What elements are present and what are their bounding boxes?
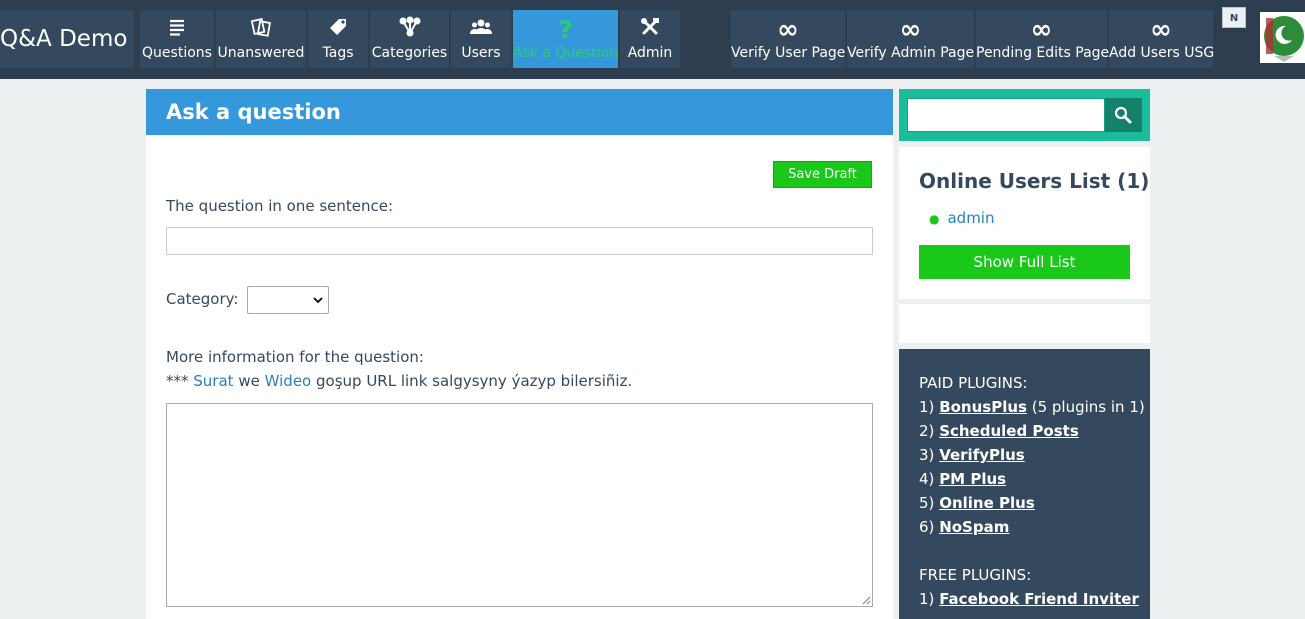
free-plugin-item: 1) Facebook Friend Inviter xyxy=(919,590,1139,608)
nav-add-users-usg-label: Add Users USG xyxy=(1109,45,1215,61)
online-user-item: ● admin xyxy=(929,209,994,227)
online-users-widget: Online Users List (1) ● admin Show Full L… xyxy=(899,147,1150,299)
nav-add-users-usg[interactable]: ∞ Add Users USG xyxy=(1109,10,1215,68)
search-input[interactable] xyxy=(907,98,1105,132)
media-hint-suffix: goşup URL link salgysyny ýazyp bilersiñi… xyxy=(316,372,633,390)
nav-verify-user-page-label: Verify User Page xyxy=(731,45,846,61)
search-icon xyxy=(1114,106,1132,124)
paid-plugin-item: 5) Online Plus xyxy=(919,494,1035,512)
media-hint: *** Surat we Wideo goşup URL link salgys… xyxy=(166,372,632,390)
users-icon xyxy=(451,10,511,44)
question-body-textarea[interactable] xyxy=(166,403,873,607)
plugin-link[interactable]: VerifyPlus xyxy=(939,446,1025,464)
plugin-link[interactable]: PM Plus xyxy=(939,470,1006,488)
save-draft-button[interactable]: Save Draft xyxy=(773,161,872,188)
plugin-link[interactable]: Facebook Friend Inviter xyxy=(939,590,1139,608)
nav-ask-question[interactable]: ? Ask a Question xyxy=(513,10,618,68)
tag-icon xyxy=(308,10,368,44)
image-link[interactable]: Surat xyxy=(193,372,233,390)
chevron-down-icon xyxy=(313,293,323,307)
top-navigation-bar: Q&A Demo Questions Unanswered Tags Categ… xyxy=(0,0,1305,79)
more-info-label: More information for the question: xyxy=(166,348,424,366)
paid-plugins-title: PAID PLUGINS: xyxy=(919,374,1028,392)
infinity-icon: ∞ xyxy=(1150,15,1172,45)
nav-unanswered[interactable]: Unanswered xyxy=(216,10,306,68)
category-label: Category: xyxy=(166,290,239,308)
paid-plugin-item: 4) PM Plus xyxy=(919,470,1007,488)
nav-unanswered-label: Unanswered xyxy=(217,45,305,61)
paid-plugin-item: 2) Scheduled Posts xyxy=(919,422,1079,440)
search-box xyxy=(899,89,1150,141)
flag-avatar-icon xyxy=(1260,12,1305,63)
plugin-link[interactable]: Online Plus xyxy=(939,494,1035,512)
plugin-link[interactable]: BonusPlus xyxy=(939,398,1027,416)
nav-questions-label: Questions xyxy=(142,45,212,61)
question-title-input[interactable] xyxy=(166,227,873,255)
video-link[interactable]: Wideo xyxy=(265,372,312,390)
plugin-link[interactable]: Scheduled Posts xyxy=(939,422,1079,440)
nav-categories[interactable]: Categories xyxy=(370,10,449,68)
media-hint-mid: we xyxy=(238,372,260,390)
nav-pending-edits-page[interactable]: ∞ Pending Edits Page xyxy=(976,10,1110,68)
search-button[interactable] xyxy=(1105,98,1142,132)
nav-ask-question-label: Ask a Question xyxy=(513,45,619,61)
show-full-list-button[interactable]: Show Full List xyxy=(919,245,1130,279)
question-title-label: The question in one sentence: xyxy=(166,197,394,215)
nav-tags[interactable]: Tags xyxy=(308,10,368,68)
page-title: Ask a question xyxy=(146,89,893,135)
nav-pending-edits-page-label: Pending Edits Page xyxy=(976,45,1110,61)
notification-badge[interactable]: N xyxy=(1222,7,1246,28)
nav-admin[interactable]: Admin xyxy=(620,10,680,68)
list-icon xyxy=(140,10,214,44)
tools-icon xyxy=(620,10,680,44)
online-dot-icon: ● xyxy=(929,212,940,226)
nav-categories-label: Categories xyxy=(371,45,448,61)
nav-users[interactable]: Users xyxy=(451,10,511,68)
nav-questions[interactable]: Questions xyxy=(140,10,214,68)
cards-icon xyxy=(216,10,306,44)
infinity-icon: ∞ xyxy=(899,15,922,45)
nav-users-label: Users xyxy=(461,45,501,61)
sitemap-icon xyxy=(370,10,449,44)
online-user-link[interactable]: admin xyxy=(947,209,994,227)
infinity-icon: ∞ xyxy=(1030,15,1053,45)
ask-question-panel: Ask a question Save Draft The question i… xyxy=(146,89,893,619)
nav-verify-admin-page[interactable]: ∞ Verify Admin Page xyxy=(847,10,974,68)
resize-handle-icon[interactable] xyxy=(861,595,871,605)
online-users-title: Online Users List (1) xyxy=(919,169,1150,193)
paid-plugin-item: 6) NoSpam xyxy=(919,518,1010,536)
question-icon: ? xyxy=(558,16,573,44)
empty-widget xyxy=(899,304,1150,343)
free-plugins-title: FREE PLUGINS: xyxy=(919,566,1032,584)
nav-tags-label: Tags xyxy=(322,45,354,61)
avatar[interactable] xyxy=(1260,12,1305,63)
paid-plugin-item: 1) BonusPlus (5 plugins in 1) xyxy=(919,398,1145,416)
nav-admin-label: Admin xyxy=(627,45,673,61)
nav-verify-admin-page-label: Verify Admin Page xyxy=(847,45,975,61)
plugin-link[interactable]: NoSpam xyxy=(939,518,1009,536)
category-select[interactable] xyxy=(247,286,329,314)
paid-plugin-item: 3) VerifyPlus xyxy=(919,446,1025,464)
media-hint-prefix: *** xyxy=(166,372,189,390)
nav-verify-user-page[interactable]: ∞ Verify User Page xyxy=(731,10,845,68)
site-logo[interactable]: Q&A Demo xyxy=(0,10,134,68)
infinity-icon: ∞ xyxy=(777,15,799,45)
plugins-widget: PAID PLUGINS: 1) BonusPlus (5 plugins in… xyxy=(899,349,1150,619)
